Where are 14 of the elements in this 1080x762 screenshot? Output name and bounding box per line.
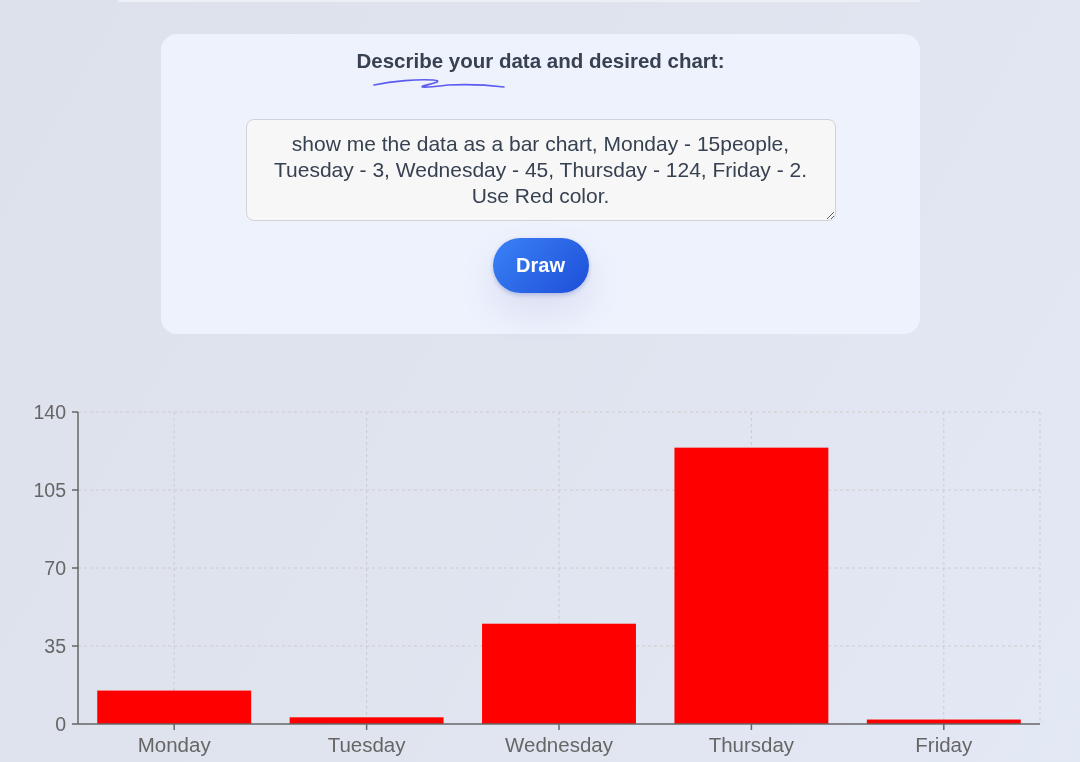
x-axis-label: Monday: [137, 732, 211, 756]
y-axis-label: 140: [33, 401, 66, 423]
draw-button[interactable]: Draw: [492, 238, 589, 293]
y-axis-label: 0: [55, 713, 66, 735]
prompt-input[interactable]: show me the data as a bar chart, Monday - 15people, Tuesday - 3, Wednesday - 45, Thursday - 124, Friday - 2. Use Red color.: [245, 119, 836, 221]
squiggle-icon: [373, 78, 505, 90]
x-axis-label: Tuesday: [327, 732, 406, 756]
x-axis-label: Friday: [915, 732, 973, 756]
y-axis-label: 70: [44, 557, 66, 579]
y-axis-label: 35: [44, 635, 66, 657]
card-title: Describe your data and desired chart:: [356, 50, 725, 72]
y-axis-label: 105: [33, 479, 66, 501]
x-axis-label: Thursday: [708, 732, 795, 756]
x-axis-label: Wednesday: [505, 732, 613, 756]
